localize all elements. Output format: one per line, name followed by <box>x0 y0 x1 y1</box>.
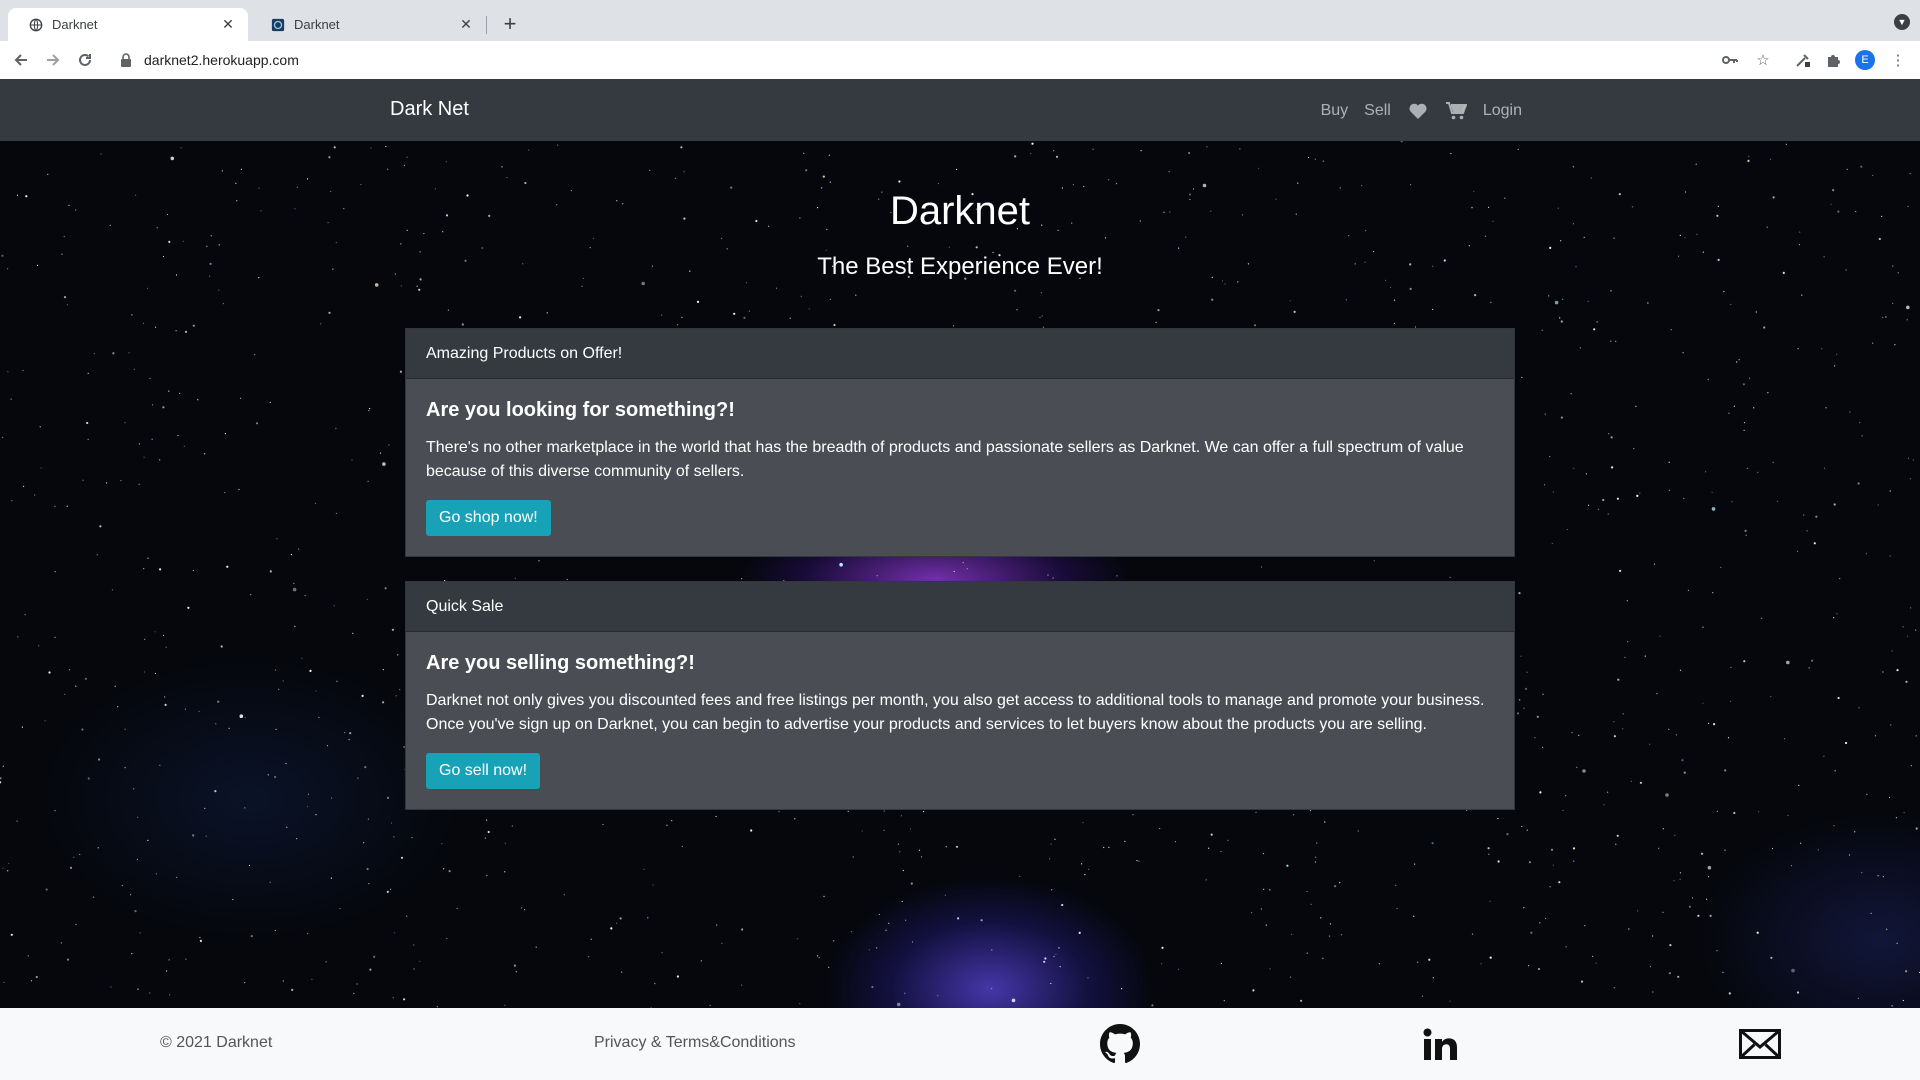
page-viewport: Dark Net Buy Sell Login Darknet The Best… <box>0 79 1920 1080</box>
profile-avatar[interactable]: E <box>1855 50 1875 70</box>
browser-tab-active[interactable]: Darknet ✕ <box>8 8 248 41</box>
offer-card: Amazing Products on Offer! Are you looki… <box>405 328 1515 557</box>
browser-tab-inactive[interactable]: Darknet ✕ <box>250 8 486 41</box>
card-text: Darknet not only gives you discounted fe… <box>426 692 1485 733</box>
brand-link[interactable]: Dark Net <box>390 98 469 121</box>
forward-arrow-icon[interactable] <box>41 48 65 72</box>
reload-icon[interactable] <box>73 48 97 72</box>
quick-sale-card: Quick Sale Are you selling something?! D… <box>405 581 1515 810</box>
nav-buy-link[interactable]: Buy <box>1321 102 1349 120</box>
lock-icon <box>120 53 134 67</box>
back-arrow-icon[interactable] <box>9 48 33 72</box>
linkedin-icon[interactable] <box>1418 1023 1462 1065</box>
site-footer: © 2021 Darknet Privacy & Terms&Condition… <box>0 1008 1920 1080</box>
nav-sell-link[interactable]: Sell <box>1364 102 1391 120</box>
card-title: Are you looking for something?! <box>426 399 735 421</box>
go-sell-button[interactable]: Go sell now! <box>426 753 541 789</box>
new-tab-icon[interactable]: + <box>498 11 522 36</box>
tab-search-icon[interactable]: ▼ <box>1894 14 1910 30</box>
address-bar[interactable]: darknet2.herokuapp.com <box>108 45 1778 75</box>
go-shop-button[interactable]: Go shop now! <box>426 500 551 536</box>
site-navbar: Dark Net Buy Sell Login <box>0 79 1920 141</box>
card-title: Are you selling something?! <box>426 652 695 674</box>
card-text: There's no other marketplace in the worl… <box>426 439 1464 480</box>
puzzle-extensions-icon[interactable] <box>1823 50 1843 70</box>
browser-toolbar: darknet2.herokuapp.com ☆ E ⋮ <box>0 41 1920 79</box>
key-icon[interactable] <box>1720 50 1740 70</box>
card-body: Are you looking for something?! There's … <box>406 379 1514 556</box>
privacy-terms-link[interactable]: Privacy & Terms&Conditions <box>594 1034 796 1052</box>
mail-icon[interactable] <box>1738 1023 1782 1065</box>
copyright-text: © 2021 Darknet <box>160 1034 273 1051</box>
cart-icon[interactable] <box>1445 100 1467 122</box>
tab-separator <box>486 16 487 34</box>
browser-tab-title: Darknet <box>294 17 340 32</box>
bookmark-star-icon[interactable]: ☆ <box>1753 50 1773 70</box>
heart-icon[interactable] <box>1407 100 1429 122</box>
browser-tab-strip: Darknet ✕ Darknet ✕ + ▼ <box>0 0 1920 41</box>
kebab-menu-icon[interactable]: ⋮ <box>1888 50 1908 70</box>
extension-icon[interactable] <box>1793 50 1813 70</box>
close-tab-icon[interactable]: ✕ <box>220 16 236 33</box>
site-favicon-icon <box>270 17 286 33</box>
browser-tab-title: Darknet <box>52 17 98 32</box>
card-header: Amazing Products on Offer! <box>406 329 1514 379</box>
globe-icon <box>28 17 44 33</box>
card-header: Quick Sale <box>406 582 1514 632</box>
card-body: Are you selling something?! Darknet not … <box>406 632 1514 809</box>
hero-title: Darknet <box>889 189 1031 233</box>
nav-links: Buy Sell Login <box>1305 96 1522 126</box>
github-icon[interactable] <box>1098 1023 1142 1065</box>
nav-login-link[interactable]: Login <box>1483 102 1522 120</box>
url-text: darknet2.herokuapp.com <box>144 52 299 68</box>
close-tab-icon[interactable]: ✕ <box>458 16 474 33</box>
hero-subtitle: The Best Experience Ever! <box>817 253 1103 280</box>
